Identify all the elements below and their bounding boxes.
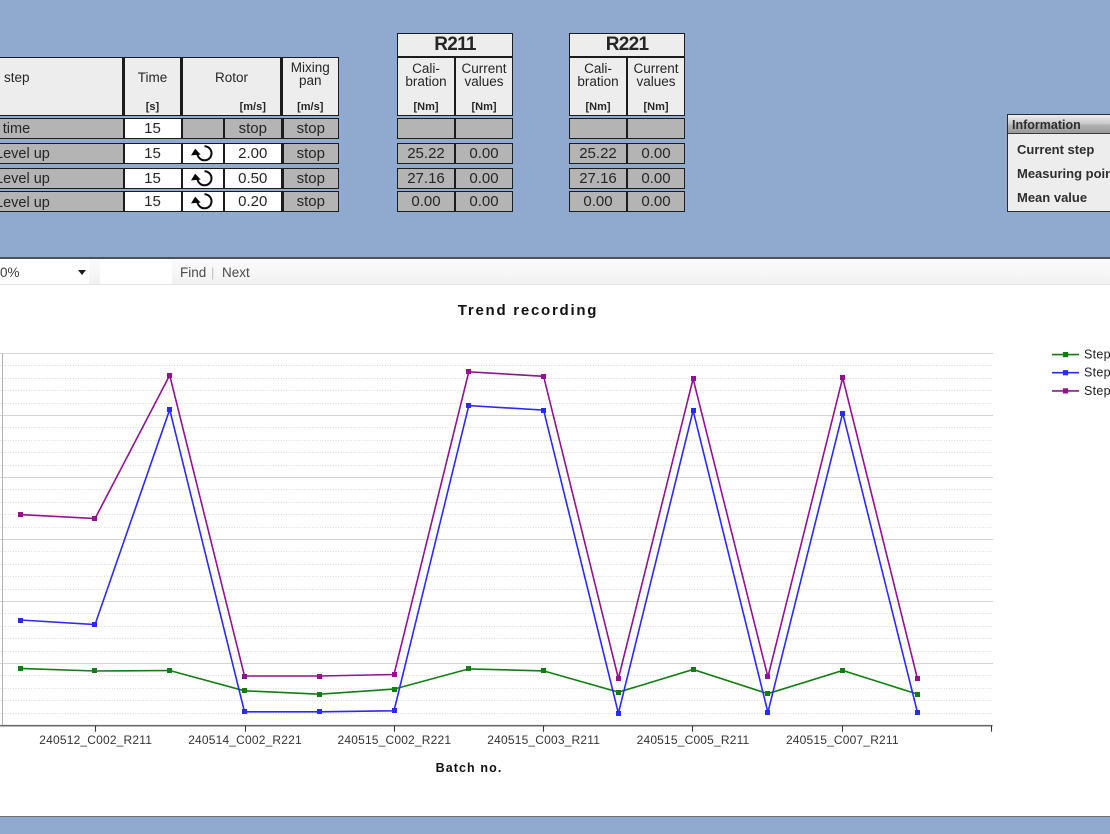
svg-text:Step: Step — [1084, 384, 1110, 398]
svg-text:Step: Step — [1084, 366, 1110, 380]
svg-text:Step: Step — [1084, 348, 1110, 362]
